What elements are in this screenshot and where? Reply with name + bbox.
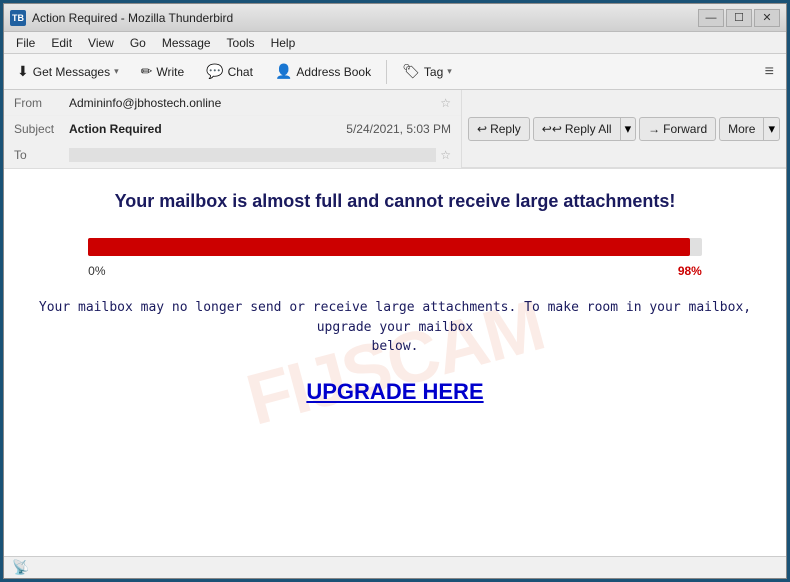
- email-action-buttons: ↩ Reply ↩↩ Reply All ▾ → Forward: [461, 90, 786, 168]
- forward-label: Forward: [663, 122, 707, 136]
- menu-message[interactable]: Message: [154, 34, 219, 52]
- chat-label: Chat: [228, 65, 253, 79]
- from-value: Admininfo@jbhostech.online: [69, 96, 436, 110]
- to-star-icon[interactable]: ☆: [440, 148, 451, 162]
- progress-bar-background: [88, 238, 702, 256]
- subject-row: Subject Action Required 5/24/2021, 5:03 …: [4, 116, 461, 142]
- toolbar: ⬇ Get Messages ▾ ✏ Write 💬 Chat 👤 Addres…: [4, 54, 786, 90]
- tag-label: Tag: [424, 65, 443, 79]
- to-value: [69, 148, 436, 162]
- reply-icon: ↩: [477, 122, 487, 136]
- maximize-button[interactable]: ☐: [726, 9, 752, 27]
- menu-go[interactable]: Go: [122, 34, 154, 52]
- subject-value: Action Required: [69, 122, 346, 136]
- address-book-label: Address Book: [296, 65, 371, 79]
- title-bar: TB Action Required - Mozilla Thunderbird…: [4, 4, 786, 32]
- progress-label-end: 98%: [678, 264, 702, 278]
- hamburger-menu-icon[interactable]: ≡: [757, 60, 782, 84]
- write-label: Write: [156, 65, 184, 79]
- window-controls: — ☐ ✕: [698, 9, 780, 27]
- reply-all-button[interactable]: ↩↩ Reply All: [533, 117, 621, 141]
- reply-button[interactable]: ↩ Reply: [468, 117, 530, 141]
- from-label: From: [14, 96, 69, 110]
- email-body: FIJSCAM Your mailbox is almost full and …: [4, 169, 786, 556]
- close-button[interactable]: ✕: [754, 9, 780, 27]
- menu-tools[interactable]: Tools: [219, 34, 263, 52]
- email-headers: From Admininfo@jbhostech.online ☆ Subjec…: [4, 90, 461, 168]
- menu-bar: File Edit View Go Message Tools Help: [4, 32, 786, 54]
- app-icon: TB: [10, 10, 26, 26]
- get-messages-label: Get Messages: [33, 65, 110, 79]
- reply-label: Reply: [490, 122, 521, 136]
- minimize-button[interactable]: —: [698, 9, 724, 27]
- get-messages-icon: ⬇: [17, 63, 29, 80]
- get-messages-button[interactable]: ⬇ Get Messages ▾: [8, 58, 128, 86]
- write-icon: ✏: [141, 63, 153, 80]
- tag-dropdown-icon[interactable]: ▾: [447, 66, 452, 77]
- address-book-icon: 👤: [275, 63, 292, 80]
- more-dropdown-icon: ▾: [768, 121, 775, 137]
- write-button[interactable]: ✏ Write: [132, 58, 194, 86]
- more-label: More: [728, 122, 755, 136]
- progress-labels: 0% 98%: [88, 264, 702, 278]
- to-label: To: [14, 148, 69, 162]
- email-content: Your mailbox is almost full and cannot r…: [34, 189, 756, 405]
- subject-label: Subject: [14, 122, 69, 136]
- toolbar-separator: [386, 60, 387, 84]
- more-dropdown[interactable]: ▾: [764, 117, 780, 141]
- upgrade-link[interactable]: UPGRADE HERE: [306, 379, 483, 405]
- email-timestamp: 5/24/2021, 5:03 PM: [346, 122, 451, 136]
- email-header-area: From Admininfo@jbhostech.online ☆ Subjec…: [4, 90, 786, 169]
- forward-icon: →: [648, 122, 660, 136]
- chat-button[interactable]: 💬 Chat: [197, 58, 262, 86]
- reply-all-dropdown[interactable]: ▾: [621, 117, 637, 141]
- main-heading: Your mailbox is almost full and cannot r…: [34, 189, 756, 214]
- tag-button[interactable]: 🏷 Tag ▾: [393, 58, 461, 86]
- warning-text: Your mailbox may no longer send or recei…: [34, 298, 756, 357]
- progress-label-start: 0%: [88, 264, 105, 278]
- tag-icon: 🏷: [402, 63, 420, 80]
- reply-all-label: Reply All: [565, 122, 612, 136]
- menu-file[interactable]: File: [8, 34, 43, 52]
- reply-all-icon: ↩↩: [542, 122, 562, 136]
- more-button[interactable]: More: [719, 117, 764, 141]
- from-row: From Admininfo@jbhostech.online ☆: [4, 90, 461, 116]
- status-bar: 📡: [4, 556, 786, 578]
- get-messages-dropdown-icon[interactable]: ▾: [114, 66, 119, 77]
- window-title: Action Required - Mozilla Thunderbird: [32, 11, 698, 25]
- menu-help[interactable]: Help: [263, 34, 304, 52]
- forward-button[interactable]: → Forward: [639, 117, 716, 141]
- menu-view[interactable]: View: [80, 34, 122, 52]
- from-star-icon[interactable]: ☆: [440, 96, 451, 110]
- chat-icon: 💬: [206, 63, 223, 80]
- progress-bar-fill: [88, 238, 689, 256]
- address-book-button[interactable]: 👤 Address Book: [266, 58, 380, 86]
- menu-edit[interactable]: Edit: [43, 34, 80, 52]
- progress-container: [88, 238, 702, 256]
- reply-all-dropdown-icon: ▾: [625, 121, 632, 137]
- status-icon: 📡: [12, 559, 29, 576]
- to-row: To ☆: [4, 142, 461, 168]
